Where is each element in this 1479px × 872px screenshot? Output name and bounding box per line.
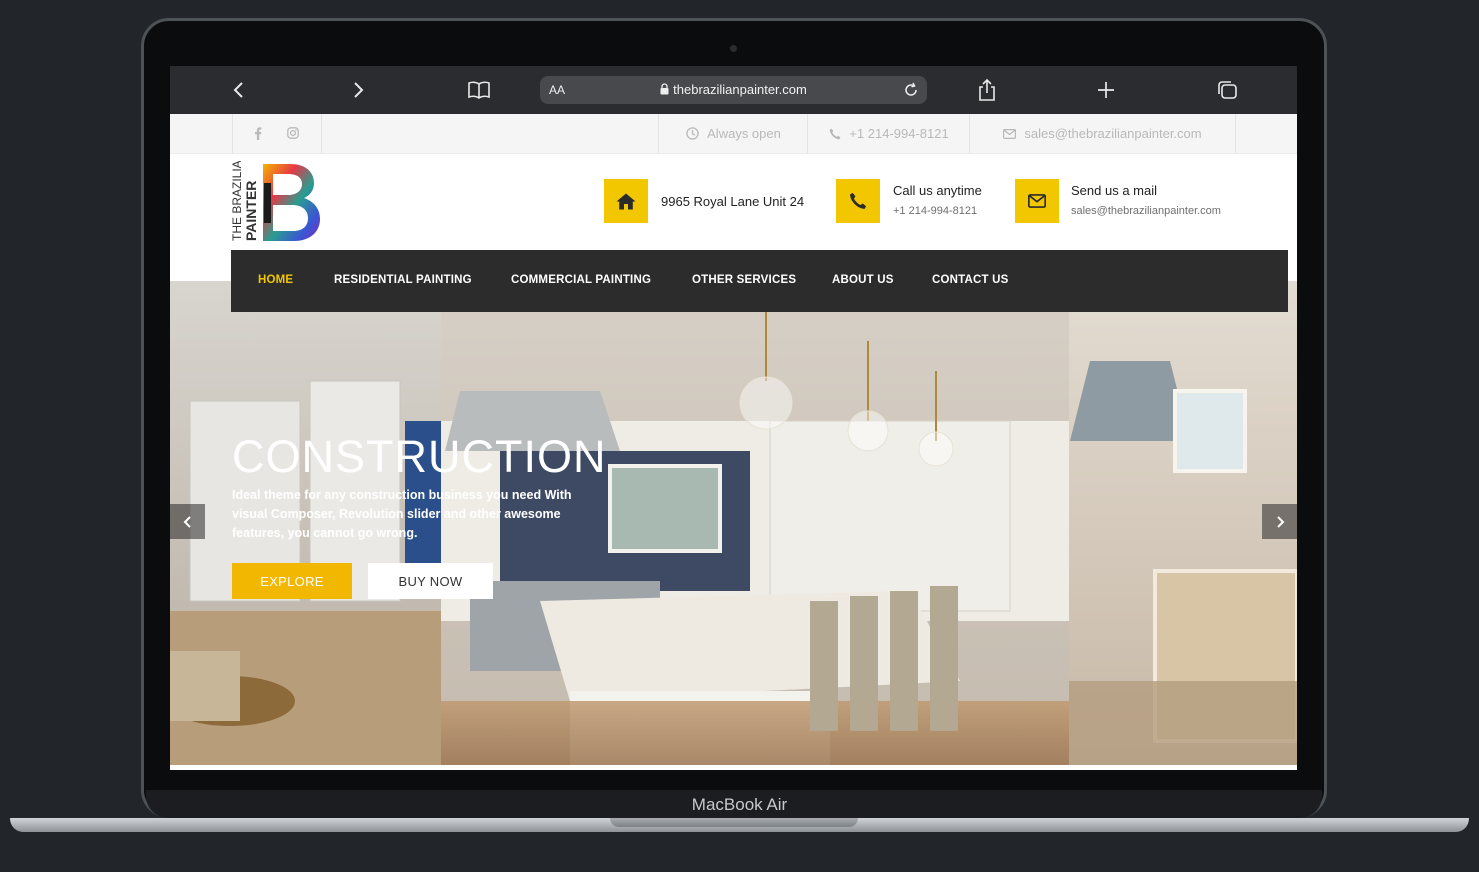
mail-icon-box: [1015, 179, 1059, 223]
chevron-right-icon: [1276, 515, 1284, 528]
camera-dot: [730, 45, 737, 52]
nav-item-about-us[interactable]: ABOUT US: [832, 274, 894, 286]
phone-icon: [850, 192, 867, 209]
book-icon: [468, 81, 490, 99]
bookmarks-button[interactable]: [465, 76, 493, 104]
browser-toolbar: AA thebrazilianpainter.com: [170, 66, 1297, 114]
lock-icon: [660, 83, 669, 95]
url-display: thebrazilianpainter.com: [540, 82, 927, 97]
hours-cell: Always open: [658, 114, 808, 153]
chevron-right-icon: [354, 82, 364, 98]
hours-text: Always open: [707, 126, 781, 141]
chevron-left-icon: [233, 82, 243, 98]
forward-button[interactable]: [344, 76, 372, 104]
url-text: thebrazilianpainter.com: [673, 82, 807, 97]
site-logo[interactable]: THE BRAZILIAN PAINTER: [230, 152, 324, 243]
header-address: 9965 Royal Lane Unit 24: [661, 194, 805, 209]
call-title: Call us anytime: [893, 183, 982, 198]
explore-button[interactable]: EXPLORE: [232, 563, 352, 599]
logo-text-line1: THE BRAZILIAN: [230, 161, 244, 241]
slider-next-button[interactable]: [1262, 504, 1297, 539]
facebook-icon[interactable]: [254, 127, 262, 140]
call-icon-box: [836, 179, 880, 223]
brazilian-painter-logo: THE BRAZILIAN PAINTER: [230, 152, 320, 241]
share-icon: [979, 78, 995, 101]
home-icon: [616, 193, 636, 209]
reload-icon: [905, 82, 917, 96]
call-number[interactable]: +1 214-994-8121: [893, 205, 977, 217]
phone-icon: [829, 128, 841, 139]
main-nav: HOME RESIDENTIAL PAINTING COMMERCIAL PAI…: [231, 250, 1288, 312]
mail-title: Send us a mail: [1071, 183, 1157, 198]
nav-item-contact-us[interactable]: CONTACT US: [932, 274, 1009, 286]
hero-title: CONSTRUCTION: [232, 431, 607, 482]
nav-item-home[interactable]: HOME: [258, 274, 293, 286]
plus-icon: [1098, 82, 1114, 98]
tabs-icon: [1218, 81, 1237, 99]
tabs-button[interactable]: [1213, 76, 1241, 104]
new-tab-button[interactable]: [1092, 76, 1120, 104]
screen: AA thebrazilianpainter.com Always open +…: [170, 66, 1297, 770]
address-bar[interactable]: AA thebrazilianpainter.com: [540, 76, 927, 104]
nav-item-residential-painting[interactable]: RESIDENTIAL PAINTING: [334, 274, 472, 286]
logo-text-line2: PAINTER: [243, 181, 259, 241]
instagram-icon[interactable]: [287, 127, 299, 139]
social-links: [232, 114, 322, 153]
email-text: sales@thebrazilianpainter.com: [1024, 126, 1202, 141]
mail-icon: [1028, 194, 1046, 208]
laptop-base-notch: [610, 818, 858, 827]
laptop-model-label: MacBook Air: [691, 795, 788, 814]
hero-slider: CONSTRUCTION Ideal theme for any constru…: [170, 281, 1297, 765]
address-icon-box: [604, 179, 648, 223]
top-info-bar: Always open +1 214-994-8121 sales@thebra…: [170, 114, 1297, 154]
buy-now-button[interactable]: BUY NOW: [368, 563, 493, 599]
mail-icon: [1003, 128, 1017, 139]
nav-item-commercial-painting[interactable]: COMMERCIAL PAINTING: [511, 274, 651, 286]
slider-prev-button[interactable]: [170, 504, 205, 539]
nav-item-other-services[interactable]: OTHER SERVICES: [692, 274, 796, 286]
hero-description: Ideal theme for any construction busines…: [232, 488, 572, 540]
reload-button[interactable]: [901, 80, 921, 100]
chevron-left-icon: [183, 515, 191, 528]
clock-icon: [686, 127, 699, 140]
share-button[interactable]: [973, 76, 1001, 104]
mail-address[interactable]: sales@thebrazilianpainter.com: [1071, 205, 1221, 217]
phone-text: +1 214-994-8121: [849, 126, 949, 141]
phone-cell[interactable]: +1 214-994-8121: [807, 114, 970, 153]
email-cell[interactable]: sales@thebrazilianpainter.com: [969, 114, 1236, 153]
back-button[interactable]: [225, 76, 253, 104]
